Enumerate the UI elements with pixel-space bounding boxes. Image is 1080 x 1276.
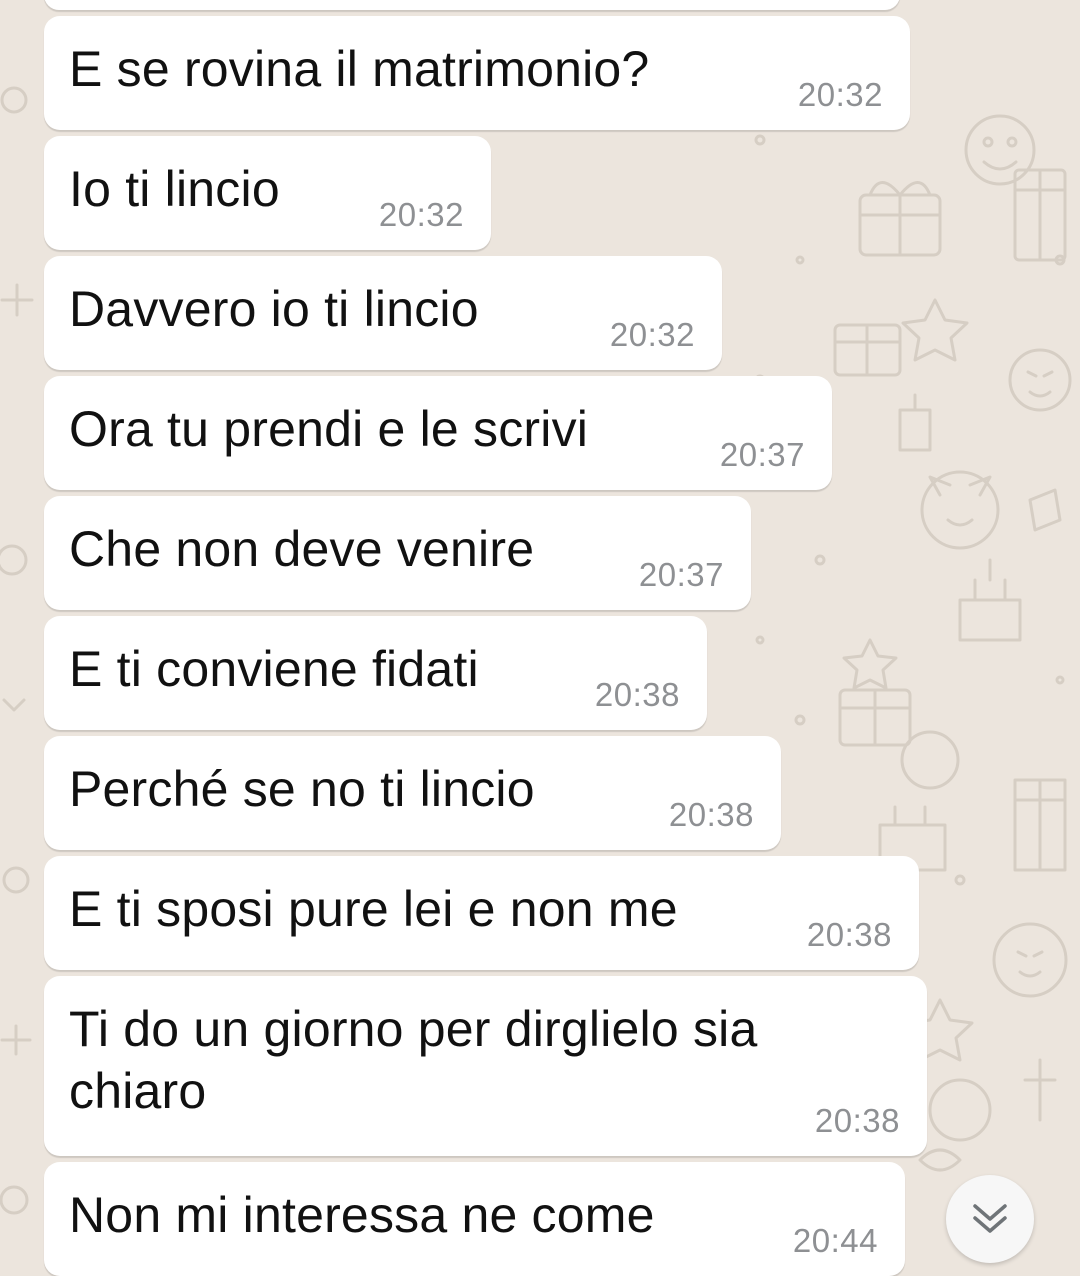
message-time: 20:38 — [594, 676, 680, 713]
message-text: Perché se no ti lincio — [69, 761, 535, 817]
message-time: 20:37 — [638, 556, 724, 593]
message-time: 20:38 — [806, 916, 892, 953]
message-text: Davvero io ti lincio — [69, 281, 479, 337]
message-bubble[interactable]: Ti do un giorno per dirglielo sia chiaro… — [44, 976, 927, 1156]
message-text: Io ti lincio — [69, 161, 280, 217]
message-text: Che non deve venire — [69, 521, 535, 577]
double-chevron-down-icon — [973, 1204, 1007, 1233]
scroll-to-bottom-button[interactable] — [946, 1175, 1034, 1263]
message-bubble[interactable]: Davvero io ti lincio 20:32 — [44, 256, 722, 370]
message-bubble[interactable]: Non mi interessa ne come 20:44 — [44, 1162, 905, 1276]
message-bubble[interactable]: Io ti lincio 20:32 — [44, 136, 491, 250]
message-time: 20:44 — [792, 1222, 878, 1259]
message-bubble[interactable]: E ti sposi pure lei e non me 20:38 — [44, 856, 919, 970]
message-time: 20:32 — [378, 196, 464, 233]
message-time: 20:32 — [609, 316, 695, 353]
message-time: 20:38 — [668, 796, 754, 833]
message-bubble[interactable]: E ti conviene fidati 20:38 — [44, 616, 707, 730]
message-text: E se rovina il matrimonio? — [69, 41, 650, 97]
message-bubble[interactable]: Che non deve venire 20:37 — [44, 496, 751, 610]
message-time: 20:37 — [719, 436, 805, 473]
message-text: Non mi interessa ne come — [69, 1187, 655, 1243]
previous-message-bubble — [44, 0, 900, 10]
message-time: 20:32 — [797, 76, 883, 113]
message-text: Ora tu prendi e le scrivi — [69, 401, 589, 457]
message-text: Ti do un giorno per dirglielo sia chiaro — [69, 1001, 758, 1119]
message-text: E ti conviene fidati — [69, 641, 479, 697]
message-bubble[interactable]: E se rovina il matrimonio? 20:32 — [44, 16, 910, 130]
message-text: E ti sposi pure lei e non me — [69, 881, 678, 937]
message-bubble[interactable]: Perché se no ti lincio 20:38 — [44, 736, 781, 850]
message-bubble[interactable]: Ora tu prendi e le scrivi 20:37 — [44, 376, 832, 490]
message-time: 20:38 — [814, 1102, 900, 1139]
message-list[interactable]: E se rovina il matrimonio? 20:32 Io ti l… — [0, 0, 1080, 1276]
